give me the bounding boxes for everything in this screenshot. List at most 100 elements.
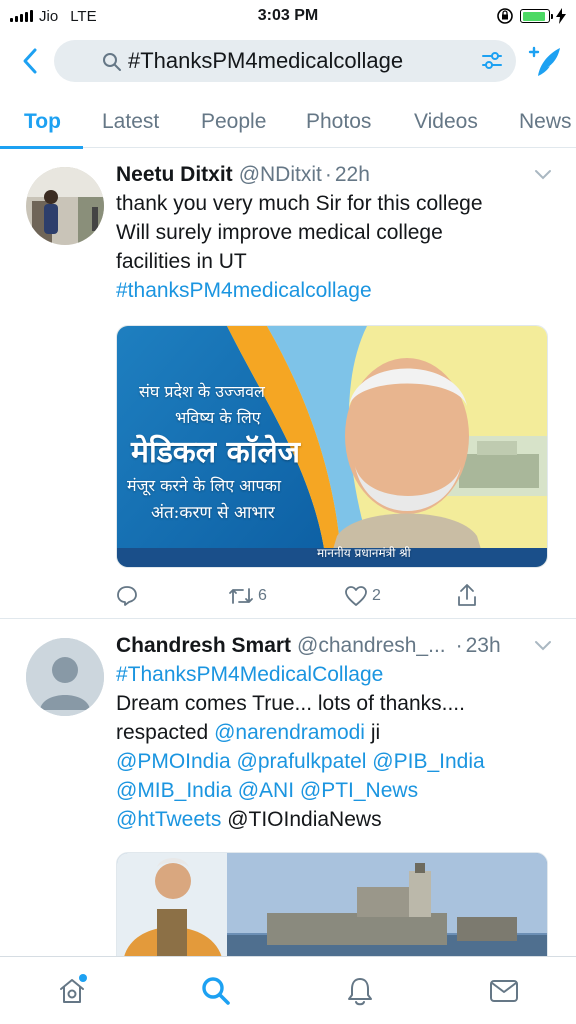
envelope-icon <box>490 979 518 1002</box>
author-name[interactable]: Chandresh Smart <box>116 634 291 658</box>
mention-link[interactable]: @narendramodi <box>214 721 365 744</box>
tweet-time: 22h <box>334 163 370 186</box>
reply-icon <box>117 586 137 606</box>
search-icon <box>202 976 230 1005</box>
tab-videos-label: Videos <box>414 109 478 133</box>
tab-top[interactable]: Top <box>0 96 83 149</box>
tab-news[interactable]: News <box>519 96 572 148</box>
separator-dot: · <box>455 634 463 657</box>
mention-link[interactable]: @PIB_India <box>372 750 484 773</box>
orientation-lock-icon <box>497 8 513 24</box>
author-handle[interactable]: @NDitxit <box>239 163 322 187</box>
tweet-text-line: thank you very much Sir for this college <box>116 192 483 215</box>
tweet-time: 23h <box>465 634 501 657</box>
tweet-image[interactable] <box>116 852 548 962</box>
image-caption: माननीय प्रधानमंत्री श्री <box>317 546 411 560</box>
battery-icon <box>520 9 553 23</box>
mention-link[interactable]: @MIB_India <box>116 779 232 802</box>
compose-feather-icon <box>528 46 560 76</box>
network-label: LTE <box>70 7 97 25</box>
back-button[interactable] <box>12 43 48 79</box>
tweet-image[interactable]: संघ प्रदेश के उज्जवल भविष्य के लिए मेडिक… <box>116 325 548 568</box>
compose-tweet-button[interactable] <box>524 41 564 81</box>
text-fragment: respacted <box>116 721 209 744</box>
tweet-text: #ThanksPM4MedicalCollage Dream comes Tru… <box>116 660 552 834</box>
tweet-header: Neetu Ditxit @NDitxit · 22h <box>116 163 552 187</box>
nav-notifications[interactable] <box>330 961 390 1021</box>
mention-link[interactable]: @prafulkpatel <box>237 750 367 773</box>
mention-link[interactable]: @PTI_News <box>300 779 418 802</box>
hashtag-link[interactable]: #ThanksPM4MedicalCollage <box>116 660 552 689</box>
tweet-text-line: @PMOIndia @prafulkpatel @PIB_India <box>116 747 552 776</box>
status-right <box>496 7 566 25</box>
nav-home[interactable] <box>42 961 102 1021</box>
search-header: #ThanksPM4medicalcollage <box>0 32 576 90</box>
share-button[interactable] <box>456 583 478 607</box>
mention-link[interactable]: @PMOIndia <box>116 750 231 773</box>
tweet-image-graphic <box>117 853 547 961</box>
mention-link[interactable]: @ANI <box>238 779 294 802</box>
status-left: Jio LTE <box>10 8 97 25</box>
carrier-label: Jio <box>39 7 59 25</box>
image-text-line3: मेडिकल कॉलेज <box>131 435 300 470</box>
tweet-text-line: @MIB_India @ANI @PTI_News <box>116 776 552 805</box>
default-avatar-icon <box>26 638 104 716</box>
chevron-left-icon <box>23 48 37 74</box>
tweet-body: Neetu Ditxit @NDitxit · 22h thank you ve… <box>116 163 552 305</box>
tab-people-label: People <box>201 109 267 133</box>
text-fragment: @TIOIndiaNews <box>227 808 382 831</box>
image-text-line5: अंत:करण से आभार <box>151 503 275 523</box>
tab-latest[interactable]: Latest <box>102 96 159 148</box>
bottom-nav <box>0 956 576 1024</box>
filter-icon[interactable] <box>480 49 504 73</box>
nav-search[interactable] <box>186 961 246 1021</box>
chevron-down-icon[interactable] <box>534 640 552 652</box>
tweet-text-line: Dream comes True... lots of thanks.... <box>116 692 465 715</box>
tab-people[interactable]: People <box>201 96 266 148</box>
tweet-item[interactable]: Neetu Ditxit @NDitxit · 22h thank you ve… <box>0 149 576 619</box>
tab-photos-label: Photos <box>306 109 372 133</box>
retweet-button[interactable]: 6 <box>228 585 267 607</box>
image-text-line1: संघ प्रदेश के उज्जवल <box>139 382 265 401</box>
hashtag-link[interactable]: #thanksPM4medicalcollage <box>116 276 552 305</box>
chevron-down-icon[interactable] <box>534 169 552 181</box>
tweet-actions: 6 2 <box>116 583 476 611</box>
like-count: 2 <box>372 587 381 604</box>
image-text-line4: मंजूर करने के लिए आपका <box>127 476 282 495</box>
tab-news-label: News <box>519 109 572 133</box>
text-fragment: ji <box>370 721 381 744</box>
author-name[interactable]: Neetu Ditxit <box>116 163 233 187</box>
signal-icon <box>10 10 33 22</box>
tweet-text: thank you very much Sir for this college… <box>116 189 552 305</box>
tweet-body: Chandresh Smart @chandresh_... · 23h #Th… <box>116 634 552 834</box>
search-icon <box>103 53 121 71</box>
tweet-text-line: facilities in UT <box>116 250 247 273</box>
home-notification-dot <box>79 973 87 982</box>
avatar[interactable] <box>26 638 104 716</box>
heart-icon <box>345 586 367 606</box>
separator-dot: · <box>324 163 332 186</box>
charging-icon <box>556 8 566 24</box>
avatar[interactable] <box>26 167 104 245</box>
tab-top-label: Top <box>24 109 61 133</box>
tweet-text-line: respacted @narendramodi ji <box>116 718 552 747</box>
tweet-header: Chandresh Smart @chandresh_... · 23h <box>116 634 552 658</box>
tweet-item[interactable]: Chandresh Smart @chandresh_... · 23h #Th… <box>0 620 576 962</box>
search-input[interactable]: #ThanksPM4medicalcollage <box>54 40 516 82</box>
search-tabs: Top Latest People Photos Videos News <box>0 96 576 149</box>
mention-link[interactable]: @htTweets <box>116 808 221 831</box>
author-handle[interactable]: @chandresh_... <box>297 634 446 658</box>
status-bar: Jio LTE 3:03 PM <box>0 0 576 32</box>
nav-messages[interactable] <box>474 961 534 1021</box>
tab-latest-label: Latest <box>102 109 160 133</box>
tweet-text-line: @htTweets @TIOIndiaNews <box>116 805 552 834</box>
avatar-photo <box>26 167 104 245</box>
tab-photos[interactable]: Photos <box>306 96 371 148</box>
reply-button[interactable] <box>116 585 138 607</box>
tab-videos[interactable]: Videos <box>414 96 478 148</box>
retweet-icon <box>229 588 253 604</box>
tweet-text-line: Will surely improve medical college <box>116 221 443 244</box>
bell-icon <box>348 977 372 1005</box>
retweet-count: 6 <box>258 587 267 604</box>
like-button[interactable]: 2 <box>344 585 381 607</box>
